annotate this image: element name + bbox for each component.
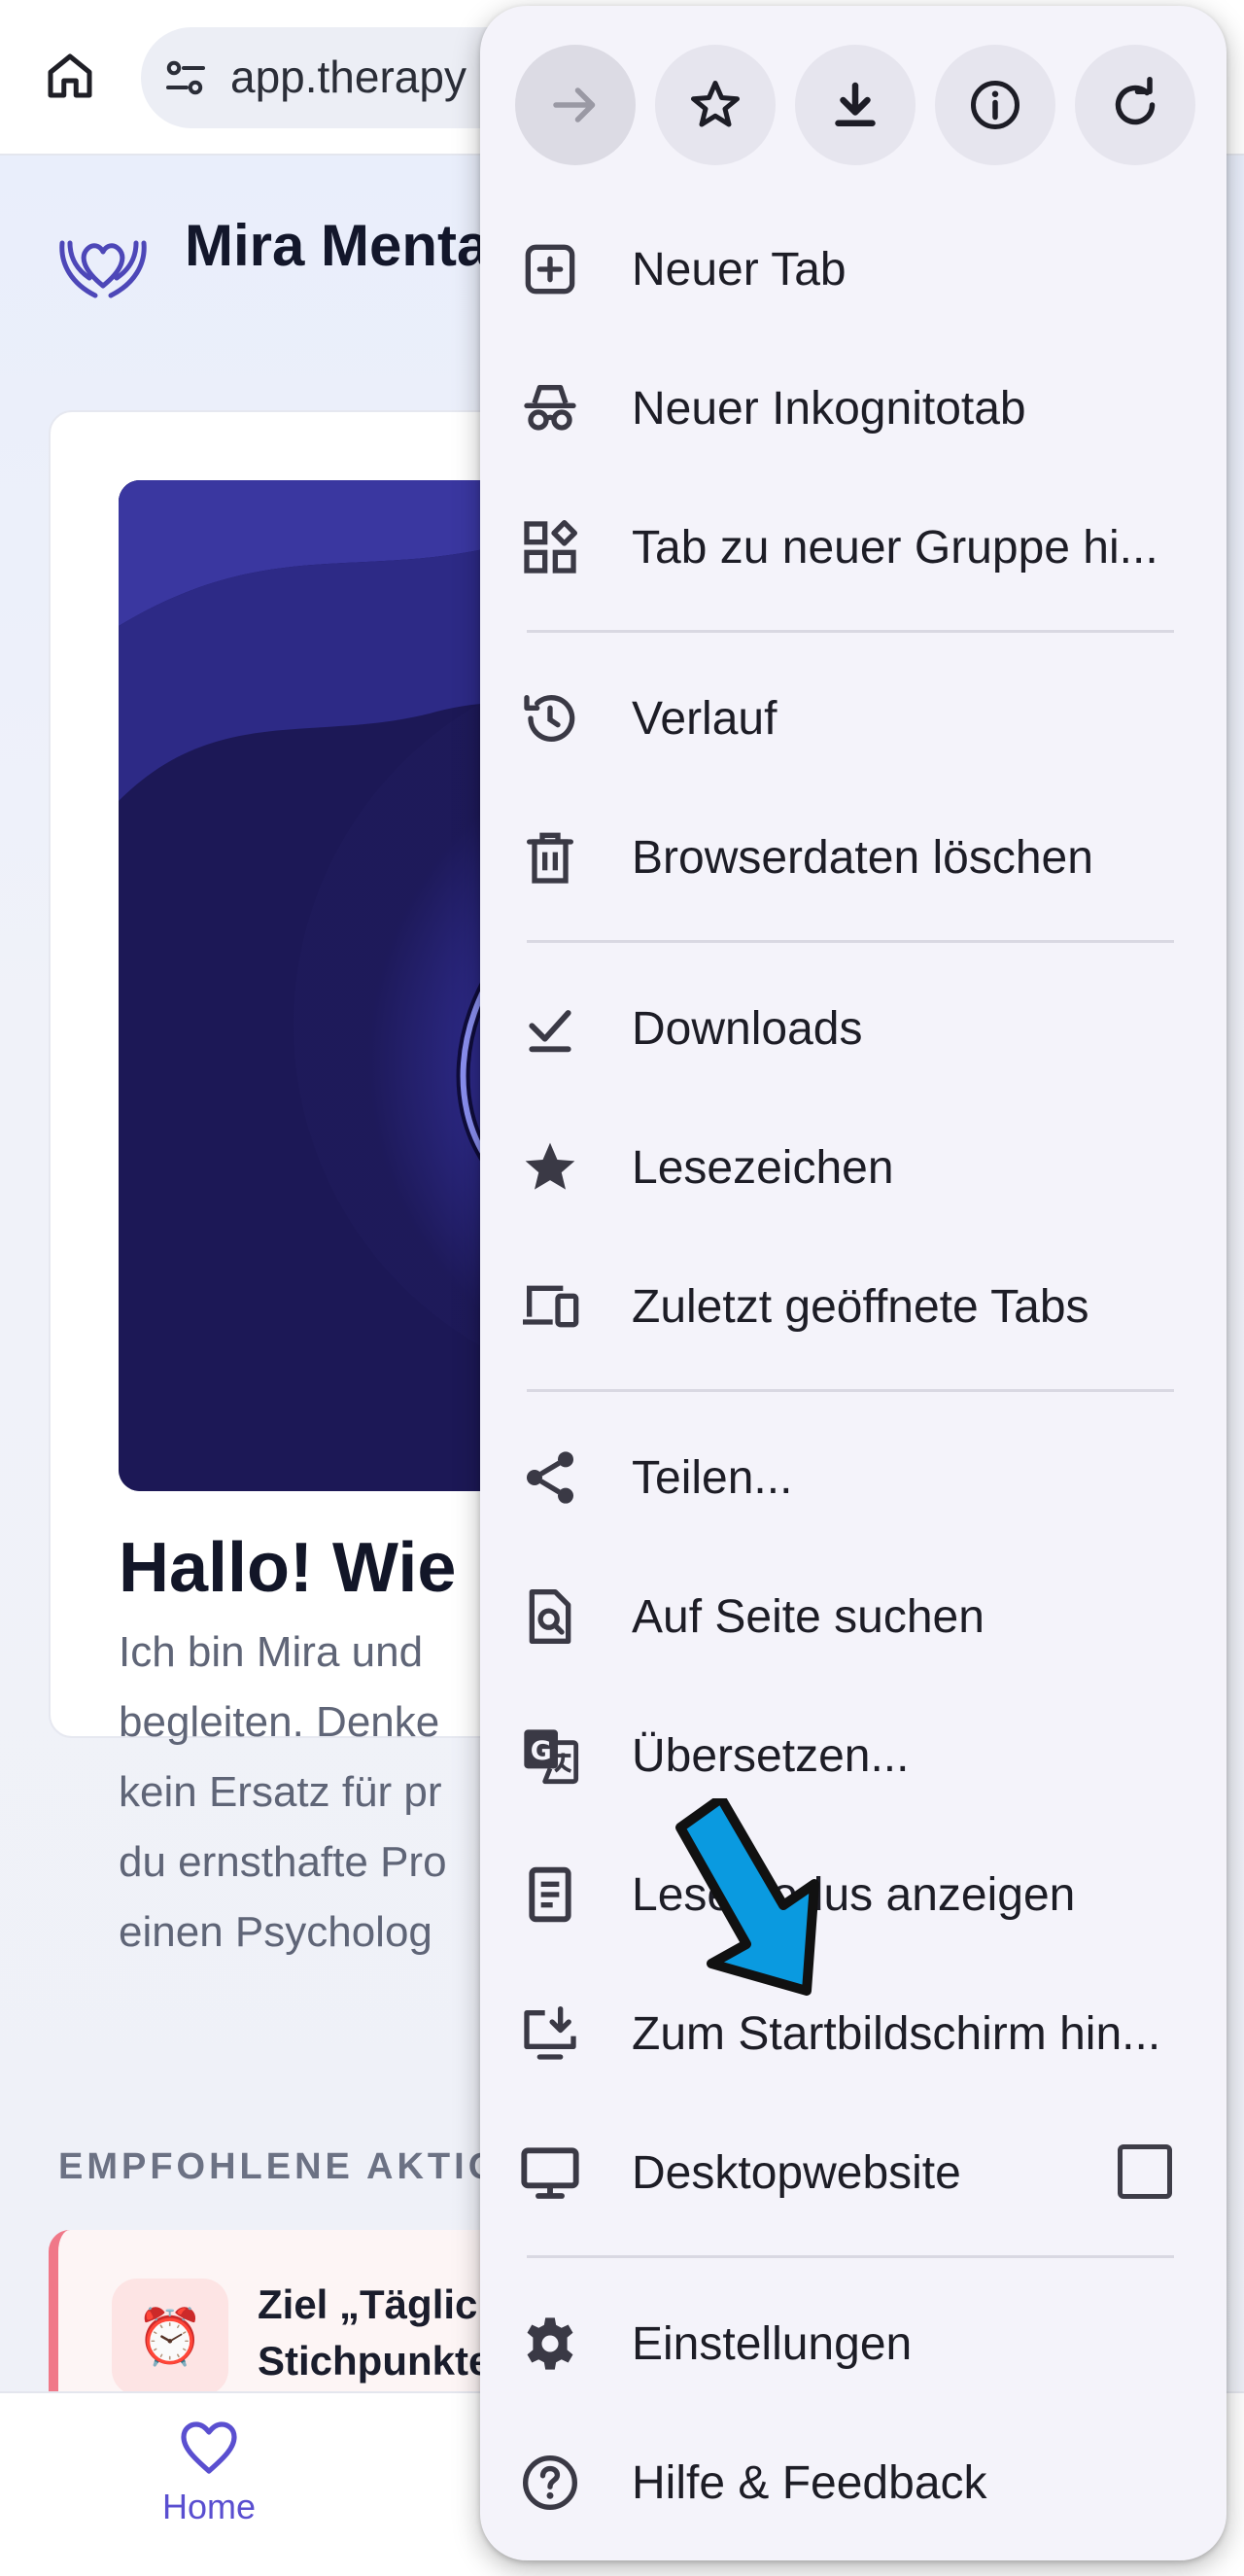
action-title-line: Ziel „Täglich bbox=[258, 2281, 503, 2327]
find-in-page-icon bbox=[529, 1589, 571, 1644]
trash-icon bbox=[527, 832, 573, 884]
plus-box-icon bbox=[525, 244, 575, 295]
incognito-icon bbox=[524, 385, 576, 431]
devices-icon bbox=[523, 1285, 579, 1328]
menu-item-desktop-site[interactable]: Desktopwebsite bbox=[480, 2104, 1227, 2242]
star-outline-icon bbox=[691, 81, 740, 127]
menu-divider bbox=[527, 940, 1174, 943]
menu-item-label: Zum Startbildschirm hin... bbox=[632, 2008, 1161, 2060]
menu-item-label: Downloads bbox=[632, 1003, 863, 1055]
reload-button[interactable] bbox=[1075, 45, 1195, 165]
install-desktop-icon bbox=[524, 2006, 576, 2060]
url-text: app.therapy bbox=[230, 52, 466, 102]
desktop-icon bbox=[521, 2147, 579, 2199]
help-icon bbox=[523, 2455, 577, 2510]
menu-divider bbox=[527, 630, 1174, 633]
site-settings-icon[interactable] bbox=[162, 54, 209, 101]
menu-item-label: Tab zu neuer Gruppe hi... bbox=[632, 522, 1158, 574]
action-title: Ziel „Täglich Stichpunkte bbox=[258, 2277, 502, 2389]
menu-item-history[interactable]: Verlauf bbox=[480, 649, 1227, 787]
tab-group-icon bbox=[524, 520, 577, 574]
menu-item-label: Verlauf bbox=[632, 693, 778, 745]
menu-item-settings[interactable]: Einstellungen bbox=[480, 2275, 1227, 2413]
menu-item-label: Zuletzt geöffnete Tabs bbox=[632, 1281, 1089, 1333]
action-title-line: Stichpunkte bbox=[258, 2338, 492, 2384]
menu-item-label: Hilfe & Feedback bbox=[632, 2457, 987, 2509]
card-title: Hallo! Wie bbox=[119, 1529, 457, 1607]
forward-button[interactable] bbox=[515, 45, 636, 165]
menu-item-label: Desktopwebsite bbox=[632, 2147, 961, 2199]
menu-item-label: Übersetzen... bbox=[632, 1730, 910, 1782]
menu-item-downloads[interactable]: Downloads bbox=[480, 959, 1227, 1097]
menu-item-share[interactable]: Teilen... bbox=[480, 1409, 1227, 1547]
heart-icon bbox=[181, 2421, 237, 2474]
home-icon[interactable] bbox=[29, 35, 111, 117]
alarm-clock-icon: ⏰ bbox=[112, 2279, 228, 2395]
share-icon bbox=[527, 1451, 573, 1504]
history-icon bbox=[524, 695, 575, 743]
browser-overflow-menu: Neuer Tab Neuer Inkognitotab Tab zu neue… bbox=[480, 6, 1227, 2560]
menu-item-label: Neuer Inkognitotab bbox=[632, 383, 1026, 435]
translate-icon: G bbox=[524, 1729, 579, 1785]
star-filled-icon bbox=[525, 1142, 575, 1190]
info-icon bbox=[971, 81, 1019, 129]
menu-item-incognito[interactable]: Neuer Inkognitotab bbox=[480, 339, 1227, 477]
download-icon bbox=[835, 82, 876, 126]
arrow-right-icon bbox=[553, 87, 596, 122]
menu-item-label: Browserdaten löschen bbox=[632, 832, 1093, 884]
section-title: EMPFOHLENE AKTIO bbox=[58, 2146, 501, 2187]
menu-item-new-tab[interactable]: Neuer Tab bbox=[480, 200, 1227, 338]
nav-home-label: Home bbox=[161, 2487, 257, 2526]
settings-gear-icon bbox=[527, 2317, 573, 2370]
bookmark-button[interactable] bbox=[655, 45, 776, 165]
menu-item-label: Teilen... bbox=[632, 1452, 793, 1504]
menu-item-label: Einstellungen bbox=[632, 2318, 913, 2370]
menu-toolbar bbox=[480, 6, 1227, 210]
menu-item-clear-data[interactable]: Browserdaten löschen bbox=[480, 788, 1227, 926]
svg-text:G: G bbox=[531, 1736, 552, 1766]
brand-name: Mira Menta bbox=[185, 213, 490, 278]
menu-item-label: Auf Seite suchen bbox=[632, 1591, 985, 1643]
menu-item-help-feedback[interactable]: Hilfe & Feedback bbox=[480, 2414, 1227, 2552]
reader-mode-icon bbox=[529, 1866, 571, 1923]
reload-icon bbox=[1115, 77, 1156, 125]
menu-item-label: Lesezeichen bbox=[632, 1142, 894, 1194]
hands-heart-logo-icon bbox=[59, 240, 147, 298]
nav-home[interactable]: Home bbox=[117, 2419, 301, 2555]
page-info-button[interactable] bbox=[935, 45, 1055, 165]
screen: app.therapy Mira Menta Hallo! Wie Ich bi… bbox=[0, 0, 1244, 2576]
desktop-site-checkbox[interactable] bbox=[1118, 2144, 1172, 2199]
menu-item-label: Neuer Tab bbox=[632, 244, 847, 296]
menu-item-recent-tabs[interactable]: Zuletzt geöffnete Tabs bbox=[480, 1237, 1227, 1375]
pointer-arrow-icon bbox=[675, 1798, 819, 1996]
download-done-icon bbox=[529, 1010, 571, 1053]
menu-divider bbox=[527, 1389, 1174, 1392]
download-button[interactable] bbox=[795, 45, 916, 165]
menu-item-bookmarks[interactable]: Lesezeichen bbox=[480, 1098, 1227, 1236]
menu-item-find-in-page[interactable]: Auf Seite suchen bbox=[480, 1548, 1227, 1686]
menu-divider bbox=[527, 2255, 1174, 2258]
menu-item-tab-group[interactable]: Tab zu neuer Gruppe hi... bbox=[480, 478, 1227, 616]
